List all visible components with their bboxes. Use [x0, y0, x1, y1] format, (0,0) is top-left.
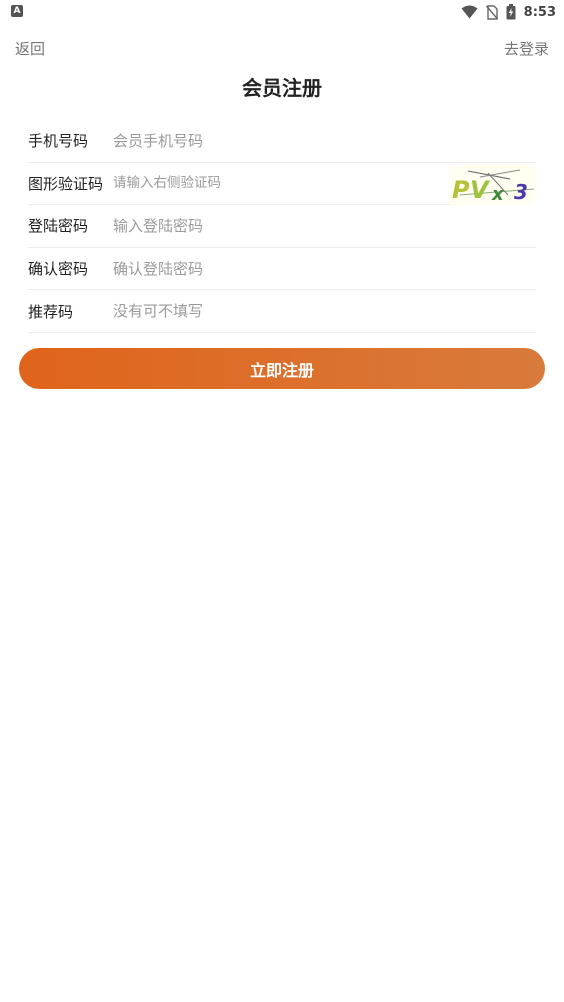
confirm-password-input[interactable] — [113, 253, 536, 284]
notification-icon: A — [11, 5, 23, 17]
password-label: 登陆密码 — [28, 217, 89, 236]
confirm-password-label: 确认密码 — [28, 260, 89, 279]
wifi-icon — [461, 5, 478, 19]
svg-text:V: V — [470, 176, 491, 204]
go-login-button[interactable]: 去登录 — [504, 38, 549, 59]
nav-bar: 返回 去登录 — [0, 30, 564, 68]
captcha-label: 图形验证码 — [28, 174, 104, 193]
svg-text:x: x — [491, 184, 505, 205]
password-input[interactable] — [113, 210, 536, 241]
register-form: 手机号码 图形验证码 P V x 3 登陆密码 确认密码 推荐码 — [28, 120, 536, 333]
confirm-password-row: 确认密码 — [28, 248, 536, 291]
status-icons: 8:53 — [461, 3, 556, 21]
battery-charging-icon — [506, 4, 516, 20]
svg-text:3: 3 — [514, 180, 528, 204]
status-time: 8:53 — [523, 4, 556, 20]
referral-label: 推荐码 — [28, 302, 74, 321]
back-button[interactable]: 返回 — [15, 38, 45, 59]
captcha-row: 图形验证码 P V x 3 — [28, 163, 536, 206]
phone-label: 手机号码 — [28, 132, 89, 151]
referral-input[interactable] — [113, 296, 536, 327]
no-sim-icon — [485, 4, 498, 20]
captcha-image[interactable]: P V x 3 — [450, 164, 536, 205]
register-button[interactable]: 立即注册 — [19, 348, 545, 389]
status-bar: A 8:53 — [0, 0, 564, 24]
phone-row: 手机号码 — [28, 120, 536, 163]
page-title: 会员注册 — [242, 76, 322, 100]
password-row: 登陆密码 — [28, 205, 536, 248]
svg-text:P: P — [452, 176, 470, 204]
phone-input[interactable] — [113, 125, 536, 156]
referral-row: 推荐码 — [28, 290, 536, 333]
captcha-graphic: P V x 3 — [452, 169, 535, 205]
